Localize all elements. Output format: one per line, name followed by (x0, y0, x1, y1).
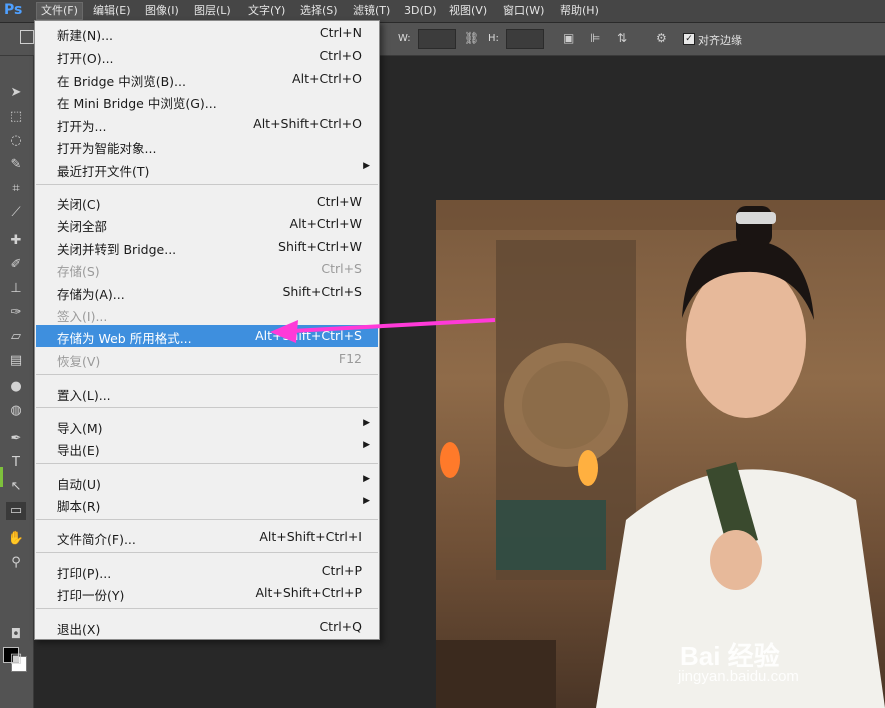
watermark-url: jingyan.baidu.com (678, 668, 799, 685)
annotation-arrow (270, 318, 496, 343)
